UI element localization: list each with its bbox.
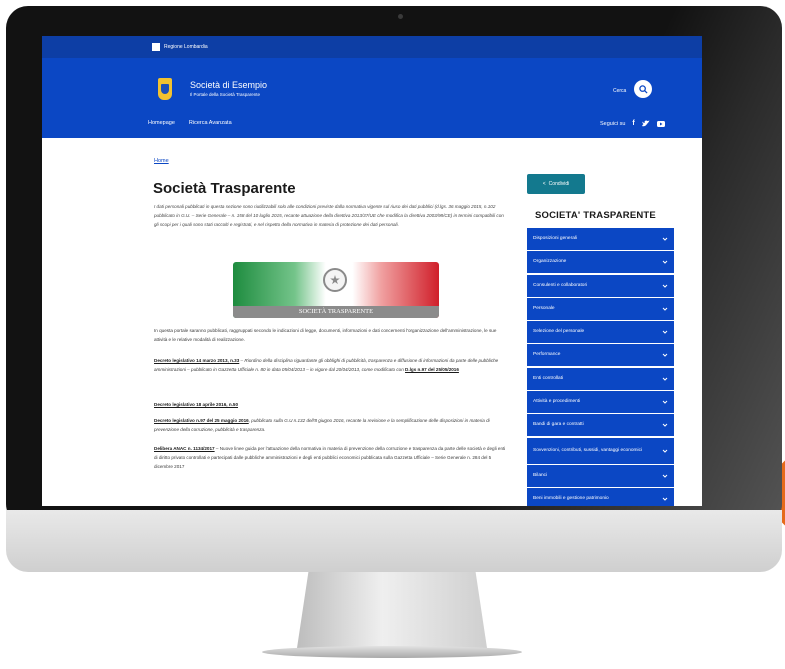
social-label: Seguici su	[600, 120, 626, 127]
sidebar-item[interactable]: Sovvenzioni, contributi, sussidi, vantag…	[527, 437, 674, 464]
org-name[interactable]: Società di Esempio	[190, 80, 267, 90]
sidebar-item[interactable]: Consulenti e collaboratori	[527, 274, 674, 297]
facebook-icon[interactable]: f	[632, 120, 634, 127]
screen: Regione Lombardia Società di Esempio Il …	[42, 36, 702, 506]
nav-advanced-search[interactable]: Ricerca Avanzata	[189, 120, 232, 126]
sidebar-item[interactable]: Enti controllati	[527, 367, 674, 390]
banner-caption: SOCIETÀ TRASPARENTE	[233, 306, 439, 318]
monitor-stand	[297, 572, 487, 648]
page-title: Società Trasparente	[153, 180, 296, 197]
decree-33-link[interactable]: Decreto legislativo 14 marzo 2013, n.33	[154, 358, 239, 363]
chevron-down-icon	[662, 424, 668, 428]
nav-homepage[interactable]: Homepage	[148, 120, 175, 126]
chevron-down-icon	[662, 377, 668, 381]
monitor-chin	[6, 510, 782, 572]
main-nav: Homepage Ricerca Avanzata	[148, 120, 232, 126]
sidebar-item[interactable]: Performance	[527, 344, 674, 367]
search-button[interactable]	[634, 80, 652, 98]
decree-33-paragraph: Decreto legislativo 14 marzo 2013, n.33 …	[154, 356, 506, 374]
breadcrumb[interactable]: Home	[154, 158, 169, 164]
share-icon: <	[542, 181, 546, 187]
share-button[interactable]: < Condividi	[527, 174, 585, 194]
sidebar-item[interactable]: Attività e procedimenti	[527, 391, 674, 414]
decree-50-paragraph: Decreto legislativo 18 aprile 2016, n.50	[154, 400, 506, 409]
site-header: Società di Esempio Il Portale della Soci…	[42, 58, 702, 138]
decree-97-paragraph: Decreto legislativo n.97 del 25 maggio 2…	[154, 416, 506, 434]
chevron-down-icon	[662, 260, 668, 265]
intro-text: I dati personali pubblicati in questa se…	[154, 204, 504, 227]
chevron-down-icon	[662, 474, 668, 478]
sidebar-item[interactable]: Disposizioni generali	[527, 228, 674, 250]
portal-description: In questa portale saranno pubblicati, ra…	[154, 328, 497, 342]
decree-50-link[interactable]: Decreto legislativo 18 aprile 2016, n.50	[154, 402, 238, 407]
decree-97-2016-link[interactable]: Decreto legislativo n.97 del 25 maggio 2…	[154, 418, 249, 423]
camera-icon	[398, 14, 403, 19]
decree-97-link[interactable]: D.lgs n.97 del 25/05/2016	[405, 367, 459, 372]
sidebar-item[interactable]: Organizzazione	[527, 251, 674, 274]
region-icon	[152, 43, 160, 51]
search-label: Cerca	[613, 88, 627, 94]
chevron-down-icon	[662, 330, 668, 334]
logo-icon[interactable]	[158, 78, 172, 100]
sidebar-item[interactable]: Bilanci	[527, 464, 674, 487]
sidebar-item[interactable]: Bandi di gara e contratti	[527, 414, 674, 437]
twitter-icon[interactable]	[641, 120, 650, 127]
social-links: Seguici su f	[600, 120, 665, 127]
chevron-down-icon	[662, 497, 668, 501]
transparency-banner: SOCIETÀ TRASPARENTE	[233, 262, 439, 318]
sidebar: < Condividi SOCIETA' TRASPARENTE Disposi…	[527, 138, 702, 506]
monitor-frame: Regione Lombardia Società di Esempio Il …	[6, 6, 782, 526]
sidebar-item[interactable]: Personale	[527, 297, 674, 320]
sidebar-item[interactable]: Beni immobili e gestione patrimonio	[527, 488, 674, 506]
chevron-down-icon	[662, 237, 668, 241]
chevron-down-icon	[662, 284, 668, 288]
republic-emblem-icon	[323, 268, 347, 292]
sidebar-accordion: Disposizioni generali Organizzazione Con…	[527, 228, 674, 506]
org-subtitle: Il Portale della Società Trasparente	[190, 92, 261, 97]
youtube-icon[interactable]	[656, 120, 665, 127]
chevron-down-icon	[662, 449, 668, 453]
monitor-base	[262, 646, 522, 658]
share-label: Condividi	[548, 181, 570, 187]
chevron-down-icon	[662, 354, 668, 358]
sidebar-item[interactable]: Selezione del personale	[527, 321, 674, 344]
anac-link[interactable]: Delibera ANAC n. 1134/2017	[154, 446, 215, 451]
top-bar: Regione Lombardia	[42, 36, 702, 58]
search-icon	[638, 84, 648, 94]
chevron-down-icon	[662, 400, 668, 404]
scene: Regione Lombardia Società di Esempio Il …	[0, 0, 785, 669]
main-content: Home Società Trasparente I dati personal…	[42, 138, 702, 506]
region-label[interactable]: Regione Lombardia	[164, 44, 208, 50]
chevron-down-icon	[662, 307, 668, 311]
anac-paragraph: Delibera ANAC n. 1134/2017 – Nuove linee…	[154, 444, 506, 471]
sidebar-title: SOCIETA' TRASPARENTE	[535, 210, 656, 221]
